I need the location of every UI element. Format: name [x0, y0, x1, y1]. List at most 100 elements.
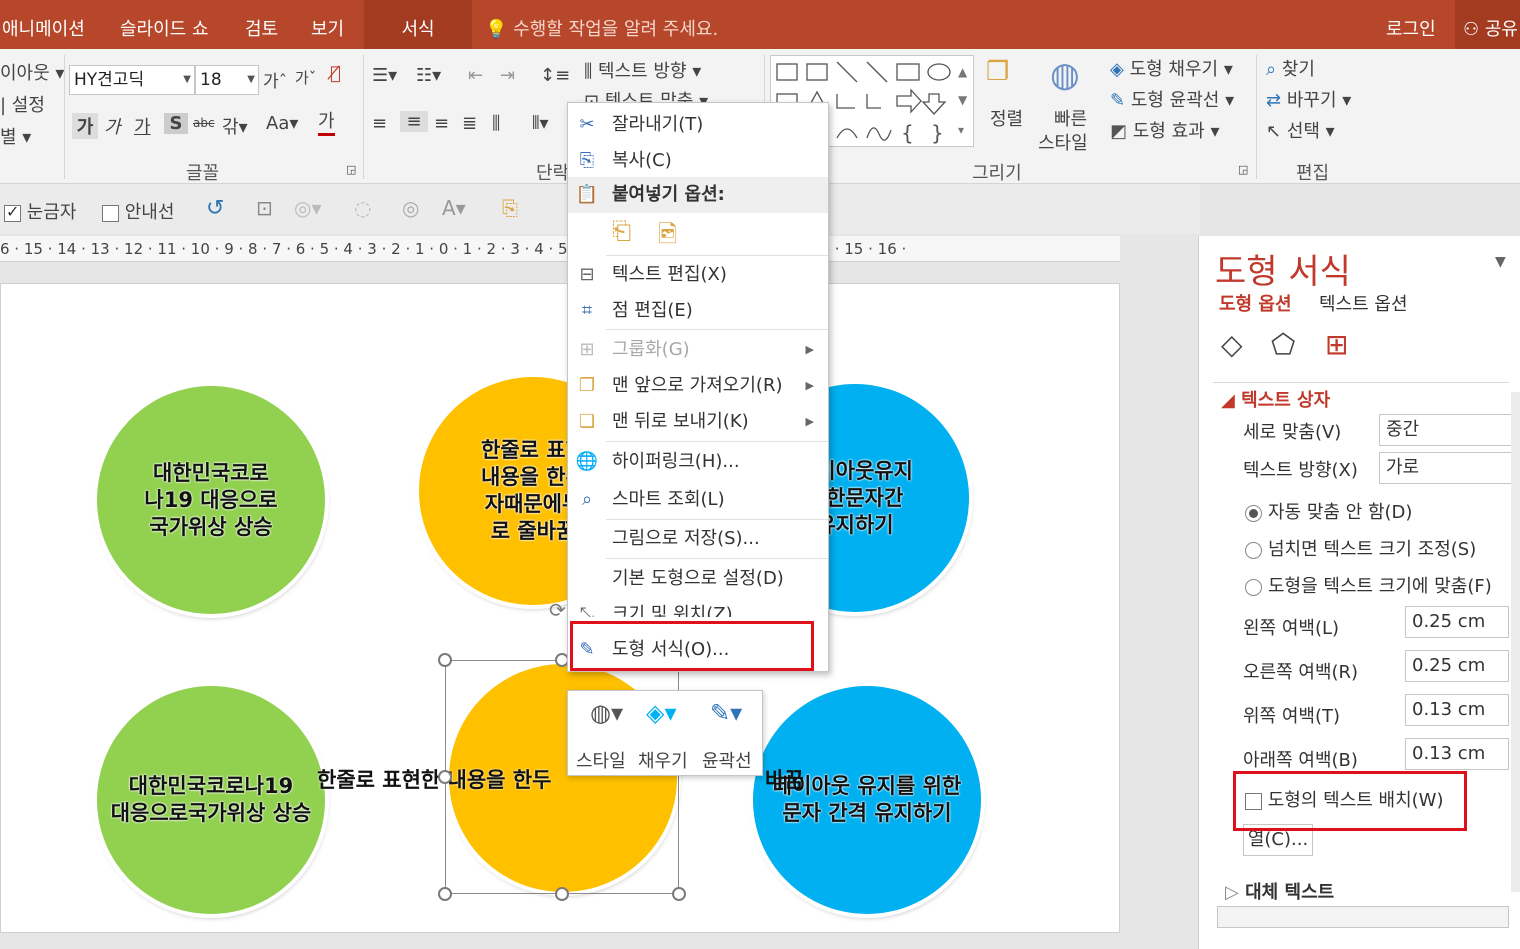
- size-properties-icon[interactable]: ⊞: [1325, 328, 1348, 361]
- tab-slideshow[interactable]: 슬라이드 쇼: [120, 0, 209, 49]
- margin-right-input[interactable]: 0.25 cm: [1405, 650, 1509, 682]
- menu-item-edit-points[interactable]: ⌗ 점 편집(E): [568, 293, 828, 329]
- presenter-icon[interactable]: ⊡: [256, 196, 273, 220]
- menu-item-cut[interactable]: ✂ 잘라내기(T): [568, 107, 828, 143]
- paste-special-icon[interactable]: ⎘: [502, 196, 518, 220]
- char-spacing-button[interactable]: 갂▾: [222, 113, 248, 139]
- find-button[interactable]: ⌕ 찾기: [1266, 55, 1315, 81]
- font-color-button[interactable]: 가: [318, 111, 335, 136]
- font-name-box[interactable]: HY견고딕 ▼: [69, 65, 195, 95]
- italic-button[interactable]: 가: [104, 113, 121, 139]
- pen-icon[interactable]: ✎▾: [710, 699, 742, 727]
- menu-item-send-back[interactable]: ❏ 맨 뒤로 보내기(K) ▶: [568, 404, 828, 440]
- reset-button[interactable]: | 설정: [0, 91, 45, 117]
- refresh-icon[interactable]: ↺: [206, 196, 224, 221]
- slide-canvas[interactable]: 대한민국코로 나19 대응으로 국가위상 상승 한줄로 표현 내용을 한두 자때…: [0, 283, 1120, 933]
- quick-styles-icon[interactable]: ◍: [1050, 55, 1080, 95]
- distribute-icon[interactable]: ⫼: [492, 113, 500, 134]
- effects-pentagon-icon[interactable]: ⬠: [1271, 328, 1295, 361]
- dialog-launcher-icon[interactable]: ◲: [346, 163, 356, 176]
- horizontal-ruler[interactable]: 6 · 15 · 14 · 13 · 12 · 11 · 10 · 9 · 8 …: [0, 236, 1120, 262]
- tell-me-box[interactable]: 💡 수행할 작업을 알려 주세요.: [485, 0, 718, 49]
- menu-item-group[interactable]: ⊞ 그룹화(G) ▶: [568, 332, 828, 368]
- paint-bucket-icon[interactable]: ◈▾: [646, 699, 677, 727]
- autofit-shrink-radio[interactable]: 넘치면 텍스트 크기 조정(S): [1245, 535, 1476, 561]
- decrease-indent-icon[interactable]: ⇤: [468, 65, 483, 86]
- text-align-button[interactable]: ⊡ 텍스트 맞춤 ▾: [584, 87, 708, 103]
- margin-top-input[interactable]: 0.13 cm: [1405, 694, 1509, 726]
- guides-checkbox[interactable]: 안내선: [102, 198, 174, 224]
- ruler-checkbox[interactable]: 눈금자: [4, 198, 76, 224]
- strikethrough-button[interactable]: abc: [193, 116, 215, 130]
- columns-icon[interactable]: ⫴▾: [532, 113, 549, 134]
- menu-item-smart-lookup[interactable]: ⌕ 스마트 조회(L): [568, 482, 828, 518]
- mini-fill-button[interactable]: 채우기: [638, 747, 688, 773]
- underline-button[interactable]: 가: [134, 113, 151, 139]
- autofit-resize-radio[interactable]: 도형을 텍스트 크기에 맞춤(F): [1245, 572, 1492, 598]
- resize-handle[interactable]: [438, 653, 452, 667]
- line-spacing-icon[interactable]: ↕≡: [540, 65, 570, 86]
- rotate-handle-icon[interactable]: ⟳: [549, 598, 566, 622]
- pane-horizontal-scrollbar[interactable]: [1217, 906, 1509, 928]
- tab-format[interactable]: 서식: [364, 0, 472, 49]
- resize-handle[interactable]: [438, 887, 452, 901]
- margin-bottom-input[interactable]: 0.13 cm: [1405, 738, 1509, 770]
- paste-picture-icon[interactable]: 🖻: [658, 217, 677, 258]
- shrink-font-icon[interactable]: 가ˇ: [295, 67, 316, 88]
- gallery-more-icon[interactable]: ▾: [958, 123, 964, 137]
- direction-select[interactable]: 가로: [1379, 452, 1519, 484]
- replace-button[interactable]: ⇄ 바꾸기 ▾: [1266, 86, 1351, 112]
- circle-green-bottom[interactable]: 대한민국코로나19 대응으로국가위상 상승: [97, 686, 325, 914]
- paste-keep-text-icon[interactable]: ⎗: [612, 217, 631, 245]
- chevron-down-icon[interactable]: ▼: [1495, 254, 1506, 270]
- menu-item-set-default[interactable]: 기본 도형으로 설정(D): [568, 561, 828, 597]
- quick-styles-label-1[interactable]: 빠른: [1054, 105, 1087, 131]
- section-textbox[interactable]: ◢ 텍스트 상자: [1221, 386, 1330, 412]
- margin-left-input[interactable]: 0.25 cm: [1405, 606, 1509, 638]
- resize-handle[interactable]: [672, 887, 686, 901]
- style-icon[interactable]: ◍▾: [590, 699, 623, 727]
- tab-animations[interactable]: 애니메이션: [2, 0, 85, 49]
- resize-handle[interactable]: [555, 887, 569, 901]
- shape-effect-button[interactable]: ◩ 도형 효과 ▾: [1110, 117, 1219, 143]
- arrange-label[interactable]: 정렬: [990, 105, 1023, 131]
- circle-green-top[interactable]: 대한민국코로 나19 대응으로 국가위상 상승: [97, 386, 325, 614]
- tab-view[interactable]: 보기: [311, 0, 344, 49]
- bold-button[interactable]: 가: [72, 113, 98, 139]
- layout-button[interactable]: 이아웃 ▾: [0, 59, 64, 85]
- merge-shapes-icon[interactable]: ◎▾: [294, 196, 322, 220]
- login-link[interactable]: 로그인: [1386, 0, 1436, 49]
- grow-font-icon[interactable]: 가ˆ: [263, 67, 287, 92]
- mini-style-button[interactable]: 스타일: [576, 747, 626, 773]
- shape-fill-button[interactable]: ◈ 도형 채우기 ▾: [1110, 55, 1233, 81]
- tab-review[interactable]: 검토: [245, 0, 278, 49]
- circle-blue-bottom[interactable]: 레이아웃 유지를 위한 문자 간격 유지하기: [753, 686, 981, 914]
- align-center-icon[interactable]: ≡: [400, 111, 428, 132]
- menu-item-hyperlink[interactable]: 🌐 하이퍼링크(H)...: [568, 444, 828, 480]
- mini-outline-button[interactable]: 윤곽선: [702, 747, 752, 773]
- gallery-down-icon[interactable]: ▼: [958, 93, 967, 107]
- menu-item-bring-front[interactable]: ❐ 맨 앞으로 가져오기(R) ▶: [568, 368, 828, 404]
- menu-item-edit-text[interactable]: ⊟ 텍스트 편집(X): [568, 257, 828, 293]
- menu-item-size-position[interactable]: ⤡ 크기 및 위치(Z)...: [568, 597, 828, 617]
- clear-format-icon[interactable]: 가̸: [330, 63, 341, 84]
- text-direction-button[interactable]: ⫼ 텍스트 방향 ▾: [584, 57, 701, 83]
- valign-select[interactable]: 중간: [1379, 414, 1519, 446]
- autofit-none-radio[interactable]: 자동 맞춤 안 함(D): [1245, 498, 1412, 524]
- bullets-icon[interactable]: ☰▾: [372, 65, 397, 86]
- numbering-icon[interactable]: ☷▾: [416, 65, 441, 86]
- shape-outline-button[interactable]: ✎ 도형 윤곽선 ▾: [1110, 86, 1234, 112]
- align-left-icon[interactable]: ≡: [372, 113, 387, 134]
- dialog-launcher-icon[interactable]: ◲: [1238, 163, 1248, 176]
- section-alt-text[interactable]: ▷ 대체 텍스트: [1225, 878, 1334, 904]
- font-size-box[interactable]: 18 ▼: [195, 65, 259, 95]
- resize-handle[interactable]: [438, 770, 452, 784]
- section-button[interactable]: 별 ▾: [0, 123, 31, 149]
- increase-indent-icon[interactable]: ⇥: [500, 65, 515, 86]
- effects-icon[interactable]: ◌: [354, 196, 371, 220]
- gallery-up-icon[interactable]: ▲: [958, 65, 967, 79]
- menu-item-copy[interactable]: ⎘ 복사(C): [568, 143, 828, 179]
- align-right-icon[interactable]: ≡: [434, 113, 449, 134]
- wordart-icon[interactable]: A▾: [442, 196, 466, 220]
- shapes-union-icon[interactable]: ◎: [402, 196, 419, 220]
